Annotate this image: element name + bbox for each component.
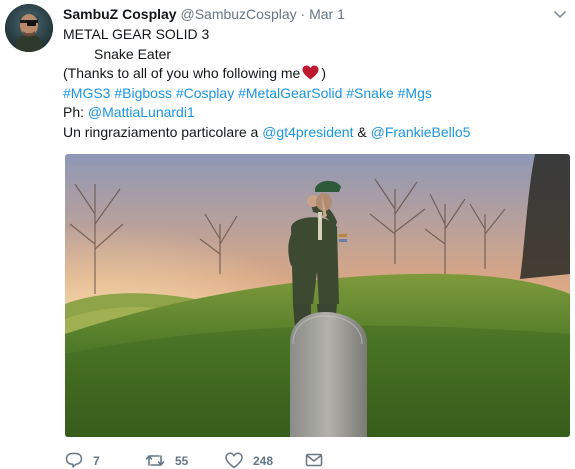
retweet-icon (145, 452, 165, 469)
like-count: 248 (253, 453, 274, 468)
tweet-card[interactable]: SambuZ Cosplay @SambuzCosplay · Mar 1 ME… (0, 0, 575, 469)
avatar[interactable] (5, 4, 53, 52)
thanks-close: ) (321, 65, 327, 81)
mention-link-2[interactable]: @FrankieBello5 (371, 124, 471, 140)
photo-credit-prefix: Ph: (63, 104, 88, 120)
retweet-count: 55 (175, 453, 189, 468)
tweet-line-title: METAL GEAR SOLID 3 (63, 26, 210, 42)
mention-link-1[interactable]: @gt4president (262, 124, 353, 140)
direct-message-button[interactable] (305, 452, 323, 469)
reply-button[interactable]: 7 (65, 452, 100, 469)
hashtags[interactable]: #MGS3 #Bigboss #Cosplay #MetalGearSolid … (63, 84, 563, 104)
tweet-line-photo-credit: Ph: @MattiaLunardi1 (63, 103, 563, 123)
reply-icon (65, 452, 83, 469)
retweet-button[interactable]: 55 (145, 452, 188, 469)
like-button[interactable]: 248 (225, 452, 273, 469)
heart-icon (225, 452, 243, 469)
tweet-line-subtitle: Snake Eater (94, 45, 172, 62)
tweet-header: SambuZ Cosplay @SambuzCosplay · Mar 1 (63, 6, 345, 22)
tweet-date[interactable]: Mar 1 (309, 6, 345, 22)
ampersand: & (353, 123, 371, 140)
author-handle[interactable]: @SambuzCosplay (180, 6, 296, 22)
tweet-line-thanks: (Thanks to all of you who following me) (63, 64, 563, 84)
thanks-text: (Thanks to all of you who following me (63, 65, 301, 81)
author-name[interactable]: SambuZ Cosplay (63, 6, 177, 22)
photographer-mention-link[interactable]: @MattiaLunardi1 (88, 104, 195, 120)
envelope-icon (305, 452, 323, 469)
red-heart-emoji-icon (302, 65, 319, 80)
header-separator: · (300, 6, 306, 22)
tweet-text: METAL GEAR SOLID 3 Snake Eater (Thanks t… (63, 25, 563, 142)
tweet-line-special-thanks: Un ringraziamento particolare a @gt4pres… (63, 123, 563, 143)
reply-count: 7 (93, 453, 100, 468)
chevron-down-icon[interactable] (553, 8, 567, 20)
special-thanks-prefix: Un ringraziamento particolare a (63, 123, 263, 140)
tweet-photo[interactable] (65, 154, 570, 437)
